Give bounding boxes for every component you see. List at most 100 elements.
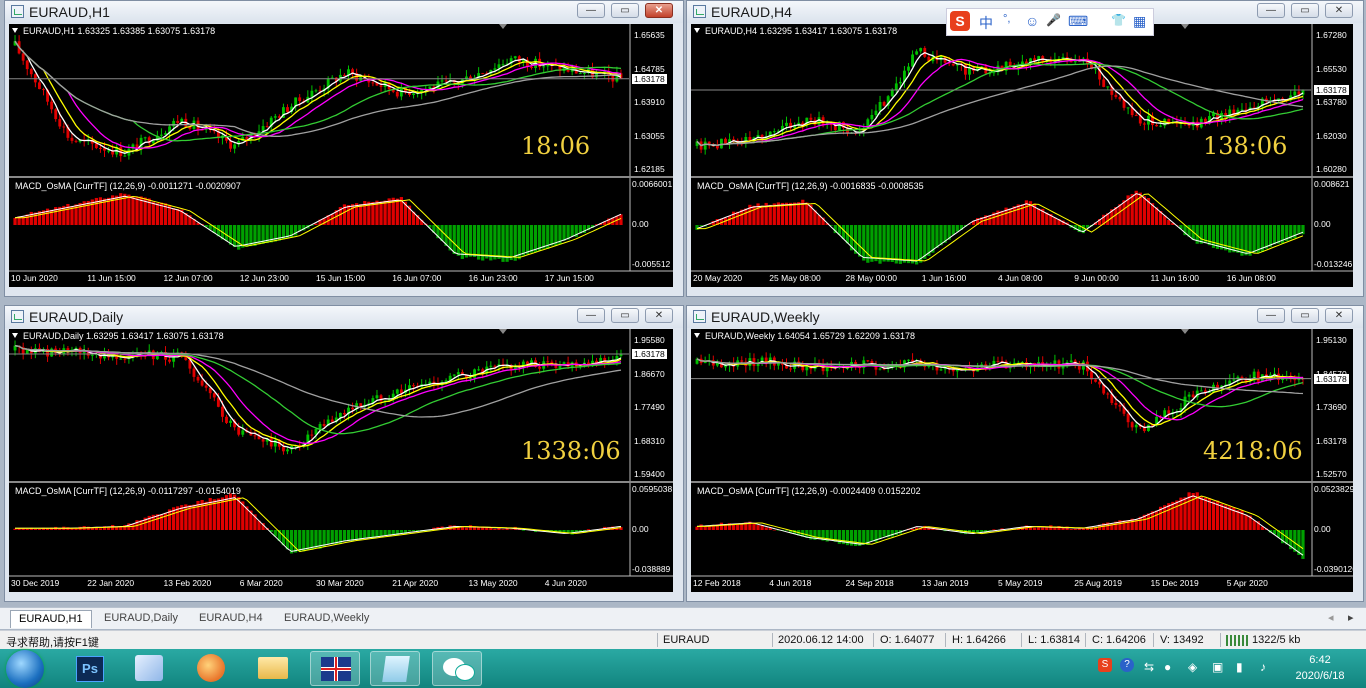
chart-area[interactable]: EURAUD,Daily 1.63295 1.63417 1.63075 1.6…: [9, 329, 673, 592]
candle-body: [225, 416, 228, 423]
tray-volume-icon[interactable]: ♪: [1260, 660, 1266, 674]
macd-histogram-bar: [1203, 497, 1207, 530]
tray-sogou-icon[interactable]: S: [1098, 658, 1112, 672]
minimize-button[interactable]: —: [577, 308, 605, 323]
candle-body: [1147, 424, 1150, 432]
macd-histogram-bar: [760, 205, 764, 225]
close-button[interactable]: ✕: [645, 3, 673, 18]
candle-body: [477, 369, 481, 371]
chart-window-daily[interactable]: EURAUD,Daily — ▭ ✕ EURAUD,Daily 1.63295 1.63…: [4, 305, 684, 602]
taskbar-notepad-icon[interactable]: [370, 651, 420, 686]
chart-shift-marker-icon[interactable]: [499, 329, 507, 334]
tray-usb-icon[interactable]: ▣: [1212, 660, 1223, 674]
tray-wechat-icon[interactable]: ●: [1164, 660, 1171, 674]
tab-euraud-daily[interactable]: EURAUD,Daily: [96, 610, 186, 627]
window-titlebar[interactable]: EURAUD,Daily — ▭ ✕: [5, 306, 683, 328]
macd-histogram-bar: [224, 495, 229, 530]
close-button[interactable]: ✕: [1325, 308, 1353, 323]
tab-euraud-weekly[interactable]: EURAUD,Weekly: [276, 610, 377, 627]
chart-area[interactable]: EURAUD,Weekly 1.64054 1.65729 1.62209 1.…: [691, 329, 1353, 592]
tray-security-icon[interactable]: ◈: [1188, 660, 1197, 674]
minimize-button[interactable]: —: [1257, 3, 1285, 18]
close-button[interactable]: ✕: [1325, 3, 1353, 18]
window-titlebar[interactable]: EURAUD,Weekly — ▭ ✕: [687, 306, 1363, 328]
ime-punct-icon[interactable]: °,: [1003, 13, 1010, 25]
minimize-button[interactable]: —: [1257, 308, 1285, 323]
candle-body: [160, 134, 163, 136]
macd-histogram-bar: [1008, 208, 1012, 225]
time-axis-label: 30 Mar 2020: [316, 578, 364, 588]
chart-shift-marker-icon[interactable]: [1181, 24, 1189, 29]
macd-histogram-bar: [805, 202, 809, 225]
time-axis-label: 25 Aug 2019: [1074, 578, 1122, 588]
candle-body: [878, 368, 882, 370]
tab-scroll-left-icon[interactable]: ◂: [1320, 610, 1342, 627]
minimize-button[interactable]: —: [577, 3, 605, 18]
candle-body: [233, 144, 237, 149]
macd-histogram-bar: [768, 204, 772, 225]
candle-body: [1134, 115, 1138, 117]
taskbar-wechat-icon[interactable]: [432, 651, 482, 686]
chart-shift-marker-icon[interactable]: [1181, 329, 1189, 334]
macd-histogram-bar: [894, 225, 898, 264]
taskbar-clock[interactable]: 6:42 2020/6/18: [1290, 652, 1350, 684]
maximize-button[interactable]: ▭: [1291, 3, 1319, 18]
candle-body: [1142, 123, 1146, 125]
candle-body: [530, 66, 533, 69]
time-axis-label: 15 Jun 15:00: [316, 273, 366, 283]
candle-body: [542, 66, 546, 68]
chart-window-h4[interactable]: EURAUD,H4 — ▭ ✕ EURAUD,H4 1.63295 1.63417 1.…: [686, 0, 1364, 297]
maximize-button[interactable]: ▭: [611, 3, 639, 18]
macd-histogram-bar: [1032, 527, 1037, 530]
ime-mode-icon[interactable]: 中: [979, 13, 993, 33]
ime-keyboard-icon[interactable]: ⌨: [1068, 13, 1088, 30]
taskbar-explorer-icon[interactable]: [248, 651, 298, 686]
candle-body: [1191, 394, 1195, 398]
chart-window-weekly[interactable]: EURAUD,Weekly — ▭ ✕ EURAUD,Weekly 1.64054 1.…: [686, 305, 1364, 602]
macd-histogram-bar: [155, 203, 159, 225]
chart-area[interactable]: EURAUD,H4 1.63295 1.63417 1.63075 1.6317…: [691, 24, 1353, 287]
macd-histogram-bar: [988, 530, 992, 531]
tray-help-icon[interactable]: ?: [1120, 658, 1134, 672]
macd-histogram-bar: [988, 215, 992, 225]
price-axis-label: 1.60280: [1316, 164, 1347, 174]
tab-euraud-h1[interactable]: EURAUD,H1: [10, 610, 92, 628]
symbol-ohlc-label: EURAUD,H1 1.63325 1.63385 1.63075 1.6317…: [12, 26, 215, 36]
tray-signal-icon[interactable]: ▮: [1236, 660, 1243, 674]
macd-histogram-bar: [898, 225, 902, 264]
taskbar-photoshop-icon[interactable]: Ps: [64, 651, 114, 686]
symbol-ohlc-label: EURAUD,Daily 1.63295 1.63417 1.63075 1.6…: [12, 331, 224, 341]
time-axis-label: 13 Feb 2020: [163, 578, 212, 588]
candle-body: [318, 424, 322, 430]
macd-histogram-bar: [566, 225, 570, 240]
tab-scroll-right-icon[interactable]: ▸: [1340, 610, 1362, 627]
ime-voice-icon[interactable]: 🎤: [1046, 13, 1061, 27]
ime-skin-icon[interactable]: 👕: [1111, 13, 1126, 27]
candle-body: [456, 372, 460, 375]
status-divider: [1220, 633, 1221, 647]
ime-emoji-icon[interactable]: ☺: [1025, 13, 1039, 29]
status-divider: [1021, 633, 1022, 647]
candle-body: [489, 365, 493, 367]
tab-euraud-h4[interactable]: EURAUD,H4: [191, 610, 271, 627]
macd-histogram-bar: [472, 225, 477, 257]
tray-network-icon[interactable]: ⇆: [1144, 660, 1154, 674]
chart-window-h1[interactable]: EURAUD,H1 — ▭ ✕ EURAUD,H1 1.63325 1.63385 1.…: [4, 0, 684, 297]
maximize-button[interactable]: ▭: [611, 308, 639, 323]
start-button-icon[interactable]: [6, 650, 44, 688]
macd-histogram-bar: [411, 530, 416, 532]
taskbar-browser-icon[interactable]: [186, 651, 236, 686]
status-divider: [1153, 633, 1154, 647]
ime-toolbar[interactable]: S 中 °, ☺ 🎤 ⌨ 👕 ▦: [946, 8, 1154, 36]
chart-area[interactable]: EURAUD,H1 1.63325 1.63385 1.63075 1.6317…: [9, 24, 673, 287]
chart-shift-marker-icon[interactable]: [499, 24, 507, 29]
window-titlebar[interactable]: EURAUD,H1 — ▭ ✕: [5, 1, 683, 23]
current-price-tag: 1.63178: [632, 348, 667, 359]
macd-histogram-bar: [493, 528, 497, 530]
close-button[interactable]: ✕: [645, 308, 673, 323]
maximize-button[interactable]: ▭: [1291, 308, 1319, 323]
taskbar-mt4-icon[interactable]: [310, 651, 360, 686]
taskbar-paint-icon[interactable]: [124, 651, 174, 686]
ime-menu-icon[interactable]: ▦: [1133, 13, 1146, 30]
sogou-icon[interactable]: S: [950, 11, 970, 31]
